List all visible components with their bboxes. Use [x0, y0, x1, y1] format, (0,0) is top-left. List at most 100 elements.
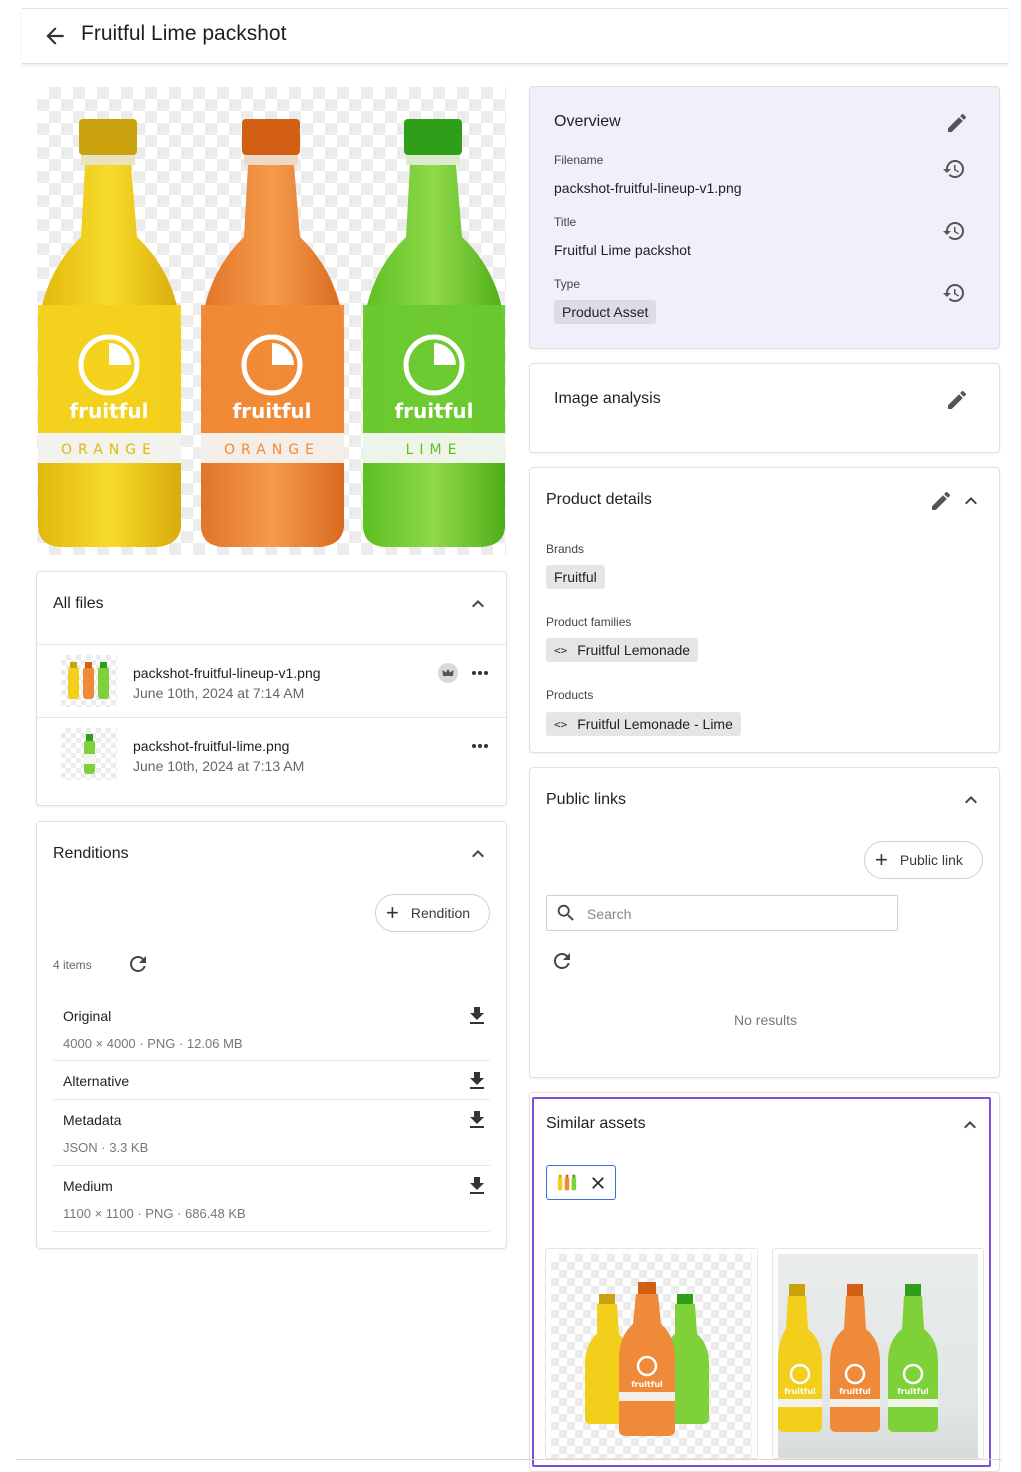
- bottle-orange-yellow: fruitful ORANGE: [38, 119, 181, 547]
- title-label: Title: [554, 215, 577, 229]
- download-icon[interactable]: [465, 1069, 489, 1093]
- search-icon: [557, 904, 574, 921]
- file-name[interactable]: packshot-fruitful-lineup-v1.png: [133, 665, 321, 681]
- file-row[interactable]: packshot-fruitful-lineup-v1.png June 10t…: [37, 644, 506, 717]
- rendition-name: Metadata: [63, 1112, 122, 1128]
- history-icon[interactable]: [942, 219, 966, 243]
- edit-pencil-icon[interactable]: [945, 388, 969, 412]
- collapse-chevron-icon[interactable]: [466, 592, 490, 616]
- svg-text:fruitful: fruitful: [394, 399, 473, 423]
- add-public-link-button[interactable]: + Public link: [864, 841, 983, 879]
- add-public-link-label: Public link: [899, 852, 963, 868]
- rendition-meta: 1100 × 1100 · PNG · 686.48 KB: [63, 1206, 246, 1221]
- search-input[interactable]: [587, 904, 887, 924]
- renditions-title: Renditions: [53, 845, 129, 862]
- svg-text:fruitful: fruitful: [839, 1387, 871, 1396]
- collapse-chevron-icon[interactable]: [958, 1113, 982, 1137]
- svg-text:fruitful: fruitful: [69, 399, 148, 423]
- bottle-orange: fruitful ORANGE: [201, 119, 344, 547]
- rendition-row[interactable]: Metadata JSON · 3.3 KB: [53, 1100, 490, 1166]
- download-icon[interactable]: [465, 1004, 489, 1028]
- file-date: June 10th, 2024 at 7:13 AM: [133, 758, 305, 774]
- svg-text:LIME: LIME: [406, 442, 463, 458]
- similarity-filter-chip[interactable]: [546, 1165, 616, 1200]
- product-families-label: Product families: [546, 615, 632, 629]
- bottle-lineup-illustration: fruitful ORANGE fruitful ORANGE fruitful: [38, 119, 505, 547]
- svg-text:ORANGE: ORANGE: [61, 442, 157, 458]
- overview-title: Overview: [554, 113, 621, 130]
- history-icon[interactable]: [942, 281, 966, 305]
- all-files-card: All files packshot-fruitful-lineup-v1.pn…: [36, 571, 507, 806]
- back-arrow-icon[interactable]: [42, 23, 68, 49]
- code-icon: <>: [554, 717, 568, 731]
- similar-asset-tile[interactable]: fruitful: [545, 1248, 758, 1459]
- product-details-title: Product details: [546, 491, 652, 508]
- product-value: Fruitful Lemonade - Lime: [577, 716, 733, 732]
- svg-text:ORANGE: ORANGE: [224, 442, 320, 458]
- refresh-icon[interactable]: [126, 952, 150, 976]
- rendition-meta: 4000 × 4000 · PNG · 12.06 MB: [63, 1036, 243, 1051]
- no-results-label: No results: [734, 1012, 798, 1028]
- type-chip: Product Asset: [554, 300, 657, 324]
- asset-preview-image[interactable]: fruitful ORANGE fruitful ORANGE fruitful: [37, 87, 506, 555]
- brand-value: Fruitful: [554, 569, 597, 585]
- similar-assets-title: Similar assets: [546, 1115, 646, 1132]
- rendition-row[interactable]: Alternative: [53, 1061, 490, 1100]
- bottle-lime: fruitful LIME: [363, 119, 505, 547]
- rendition-count: 4 items: [53, 958, 92, 972]
- svg-text:fruitful: fruitful: [784, 1387, 816, 1396]
- close-icon[interactable]: [588, 1173, 608, 1193]
- rendition-name: Original: [63, 1008, 112, 1024]
- rendition-meta: JSON · 3.3 KB: [63, 1140, 149, 1155]
- collapse-chevron-icon[interactable]: [959, 788, 983, 812]
- brand-chip[interactable]: Fruitful: [546, 565, 605, 589]
- similar-asset-tile[interactable]: fruitful fruitful fruitful: [772, 1248, 984, 1459]
- file-thumbnail: [61, 655, 117, 707]
- product-details-card: Product details Brands Fruitful Product …: [529, 467, 1000, 753]
- collapse-chevron-icon[interactable]: [466, 842, 490, 866]
- filename-value: packshot-fruitful-lineup-v1.png: [554, 180, 742, 196]
- rendition-row[interactable]: Original 4000 × 4000 · PNG · 12.06 MB: [53, 994, 490, 1061]
- file-thumbnail: [61, 728, 117, 780]
- file-name[interactable]: packshot-fruitful-lime.png: [133, 738, 289, 754]
- add-rendition-label: Rendition: [410, 905, 471, 921]
- all-files-title: All files: [53, 595, 104, 612]
- bottom-divider: [16, 1459, 1002, 1460]
- similar-asset-image: fruitful fruitful fruitful: [778, 1254, 978, 1458]
- products-label: Products: [546, 688, 594, 702]
- more-options-icon[interactable]: [468, 661, 492, 685]
- product-chip[interactable]: <> Fruitful Lemonade - Lime: [546, 712, 741, 736]
- filter-thumbnail: [557, 1174, 577, 1191]
- filename-label: Filename: [554, 153, 604, 167]
- plus-icon: +: [386, 900, 399, 925]
- type-value: Product Asset: [562, 304, 649, 320]
- refresh-icon[interactable]: [550, 949, 574, 973]
- collapse-chevron-icon[interactable]: [959, 489, 983, 513]
- page-header: Fruitful Lime packshot: [22, 9, 1008, 64]
- public-links-card: Public links + Public link No results: [529, 767, 1000, 1078]
- edit-pencil-icon[interactable]: [929, 489, 953, 513]
- more-options-icon[interactable]: [468, 734, 492, 758]
- public-links-search[interactable]: [546, 895, 898, 931]
- code-icon: <>: [554, 643, 568, 657]
- brands-label: Brands: [546, 542, 585, 556]
- add-rendition-button[interactable]: + Rendition: [375, 894, 490, 932]
- edit-pencil-icon[interactable]: [945, 111, 969, 135]
- overview-card: Overview Filename packshot-fruitful-line…: [529, 86, 1000, 349]
- product-family-chip[interactable]: <> Fruitful Lemonade: [546, 638, 699, 662]
- similar-asset-image: fruitful: [551, 1254, 752, 1458]
- rendition-name: Medium: [63, 1178, 113, 1194]
- download-icon[interactable]: [465, 1108, 489, 1132]
- crown-icon: [438, 663, 458, 683]
- title-value: Fruitful Lime packshot: [554, 242, 691, 258]
- file-date: June 10th, 2024 at 7:14 AM: [133, 685, 305, 701]
- image-analysis-title: Image analysis: [554, 390, 661, 407]
- download-icon[interactable]: [465, 1174, 489, 1198]
- plus-icon: +: [875, 847, 888, 872]
- product-family-value: Fruitful Lemonade: [577, 642, 691, 658]
- renditions-card: Renditions + Rendition 4 items Original …: [36, 821, 507, 1249]
- rendition-row[interactable]: Medium 1100 × 1100 · PNG · 686.48 KB: [53, 1166, 490, 1232]
- public-links-title: Public links: [546, 791, 627, 808]
- history-icon[interactable]: [942, 157, 966, 181]
- file-row[interactable]: packshot-fruitful-lime.png June 10th, 20…: [37, 717, 506, 790]
